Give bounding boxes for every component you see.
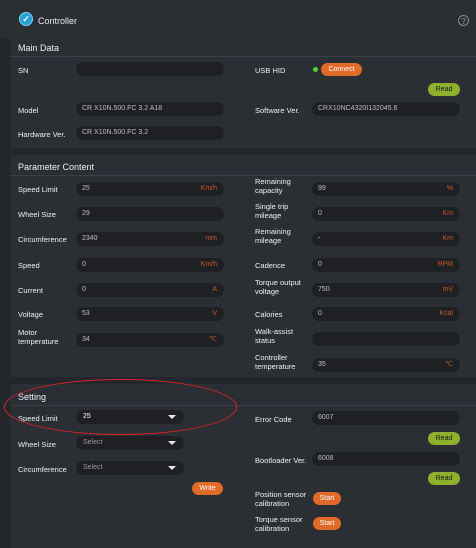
param-field[interactable]: 0 Km bbox=[312, 207, 460, 221]
main-data-title: Main Data bbox=[18, 43, 60, 53]
read-bootloader-button[interactable]: Read bbox=[428, 472, 460, 485]
param-field[interactable]: 35 ℃ bbox=[312, 358, 460, 372]
param-unit: ℃ bbox=[209, 336, 217, 343]
param-field[interactable]: 34 ℃ bbox=[76, 333, 224, 347]
param-value: 25 bbox=[82, 185, 90, 192]
write-button[interactable]: Write bbox=[192, 482, 223, 495]
wheel-size-select-value: Select bbox=[83, 439, 103, 446]
param-value: 35 bbox=[318, 361, 326, 368]
connect-button[interactable]: Connect bbox=[321, 63, 362, 76]
param-value: 99 bbox=[318, 185, 326, 192]
param-unit: Kcal bbox=[439, 310, 453, 317]
param-value: 750 bbox=[318, 286, 330, 293]
chevron-down-icon bbox=[168, 466, 176, 470]
param-field[interactable]: - Km bbox=[312, 232, 460, 246]
usb-hid-label: USB HID bbox=[255, 66, 286, 75]
param-label: Wheel Size bbox=[18, 210, 56, 219]
param-unit: mm bbox=[205, 235, 217, 242]
param-value: 34 bbox=[82, 336, 90, 343]
hardware-ver-field[interactable]: CR X10N.500.FC 3.2 bbox=[76, 126, 224, 140]
param-label: Controller temperature bbox=[255, 353, 296, 371]
torque-calibration-start-button[interactable]: Start bbox=[313, 517, 341, 530]
param-unit: V bbox=[212, 310, 217, 317]
param-label: Walk-assist status bbox=[255, 327, 294, 345]
setting-wheel-size-label: Wheel Size bbox=[18, 440, 56, 449]
param-value: 0 bbox=[82, 286, 86, 293]
annotation-ellipse bbox=[4, 379, 237, 435]
hardware-ver-label: Hardware Ver. bbox=[18, 130, 66, 139]
param-value: 0 bbox=[82, 261, 86, 268]
software-ver-field[interactable]: CRX10NC4320I132045.6 bbox=[312, 102, 460, 116]
torque-calibration-label: Torque sensor calibration bbox=[255, 515, 303, 533]
param-label: Speed bbox=[18, 261, 40, 270]
bootloader-ver-field[interactable]: 6008 bbox=[312, 452, 460, 466]
position-calibration-label: Position sensor calibration bbox=[255, 490, 307, 508]
param-field[interactable]: 0A bbox=[76, 283, 224, 297]
divider bbox=[10, 175, 476, 176]
param-unit: % bbox=[446, 185, 453, 192]
param-field[interactable]: 53 V bbox=[76, 307, 224, 321]
param-field[interactable]: 0 RPM bbox=[312, 258, 460, 272]
param-unit: RPM bbox=[437, 261, 453, 268]
param-field[interactable]: 750 mV bbox=[312, 283, 460, 297]
param-value: 2340 bbox=[82, 235, 98, 242]
param-label: Voltage bbox=[18, 310, 44, 319]
read-error-button[interactable]: Read bbox=[428, 432, 460, 445]
help-icon[interactable]: ? bbox=[458, 15, 469, 26]
wheel-size-select[interactable]: Select bbox=[76, 436, 184, 450]
param-label: Single trip mileage bbox=[255, 202, 289, 220]
param-label: Motor temperature bbox=[18, 328, 59, 346]
circumference-select-value: Select bbox=[83, 464, 103, 471]
param-field[interactable] bbox=[312, 332, 460, 346]
param-label: Speed Limit bbox=[18, 185, 58, 194]
sn-label: SN bbox=[18, 66, 29, 75]
setting-circumference-label: Circumference bbox=[18, 465, 67, 474]
param-value: 53 bbox=[82, 310, 90, 317]
param-label: Remaining capacity bbox=[255, 177, 291, 195]
parameter-title: Parameter Content bbox=[18, 162, 95, 172]
position-calibration-start-button[interactable]: Start bbox=[313, 492, 341, 505]
param-unit: Km bbox=[442, 235, 454, 242]
param-unit: Km bbox=[442, 210, 454, 217]
param-unit: A bbox=[212, 286, 217, 293]
chevron-down-icon bbox=[168, 441, 176, 445]
connection-status-icon bbox=[313, 67, 318, 72]
param-field[interactable]: 25 Km/h bbox=[76, 182, 224, 196]
param-value: 0 bbox=[318, 261, 322, 268]
param-value: 29 bbox=[82, 210, 90, 217]
param-label: Current bbox=[18, 286, 44, 295]
param-field[interactable]: 99% bbox=[312, 182, 460, 196]
param-label: Torque output voltage bbox=[255, 278, 301, 296]
param-value: 0 bbox=[318, 210, 322, 217]
model-field[interactable]: CR X10N.500.FC 3.2 A18 bbox=[76, 102, 224, 116]
app-title: Controller bbox=[38, 16, 78, 26]
param-field[interactable]: 0 Kcal bbox=[312, 307, 460, 321]
app-logo-icon: ✓ bbox=[19, 12, 33, 26]
sn-field[interactable] bbox=[76, 62, 224, 76]
param-value: 0 bbox=[318, 310, 322, 317]
param-unit: Km/h bbox=[200, 185, 217, 192]
read-main-button[interactable]: Read bbox=[428, 83, 460, 96]
model-label: Model bbox=[18, 106, 39, 115]
param-label: Remaining mileage bbox=[255, 227, 291, 245]
error-code-field[interactable]: 6007 bbox=[312, 411, 460, 425]
param-label: Cadence bbox=[255, 261, 286, 270]
error-code-label: Error Code bbox=[255, 415, 292, 424]
param-unit: Km/h bbox=[200, 261, 217, 268]
param-label: Calories bbox=[255, 310, 283, 319]
param-field[interactable]: 29 bbox=[76, 207, 224, 221]
param-value: - bbox=[318, 235, 321, 242]
divider bbox=[10, 56, 476, 57]
circumference-select[interactable]: Select bbox=[76, 461, 184, 475]
bootloader-ver-label: Bootloader Ver. bbox=[255, 456, 307, 465]
param-field[interactable]: 2340 mm bbox=[76, 232, 224, 246]
param-label: Circumference bbox=[18, 235, 67, 244]
param-unit: ℃ bbox=[445, 361, 453, 368]
software-ver-label: Software Ver. bbox=[255, 106, 300, 115]
param-unit: mV bbox=[442, 286, 454, 293]
param-field[interactable]: 0 Km/h bbox=[76, 258, 224, 272]
